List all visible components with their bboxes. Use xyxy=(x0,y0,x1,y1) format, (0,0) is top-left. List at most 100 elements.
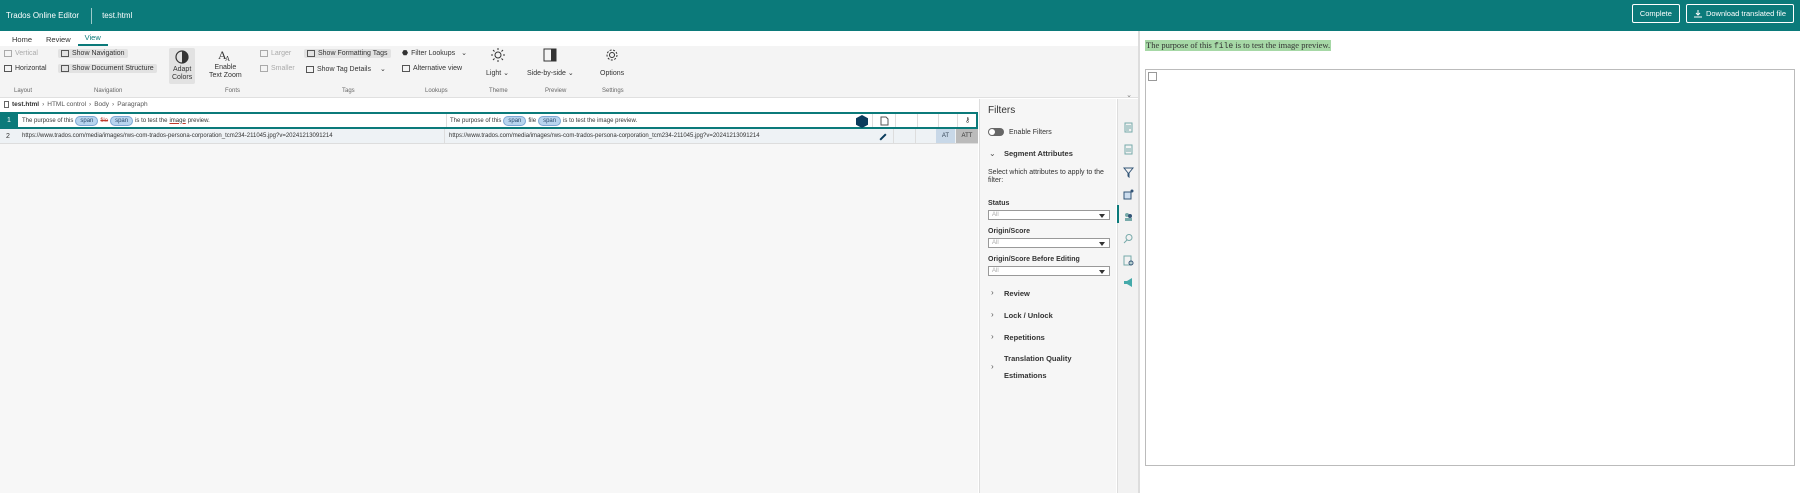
column-divider xyxy=(915,129,916,143)
show-navigation-toggle[interactable]: Show Navigation xyxy=(58,49,128,58)
adapt-label: Adapt xyxy=(172,66,192,73)
target-cell[interactable]: https://www.trados.com/media/images/rws-… xyxy=(449,129,839,143)
complete-label: Complete xyxy=(1639,9,1672,18)
tqe-section-line2[interactable]: Estimations xyxy=(1004,371,1047,380)
filters-description: Select which attributes to apply to the … xyxy=(988,169,1104,184)
megaphone-icon[interactable] xyxy=(1123,277,1134,288)
tab-home[interactable]: Home xyxy=(5,35,39,46)
column-divider xyxy=(895,114,896,127)
chevron-right-icon[interactable]: › xyxy=(991,332,994,341)
enable-text-zoom-button[interactable]: AA Enable Text Zoom xyxy=(209,48,242,80)
source-cell[interactable]: https://www.trados.com/media/images/rws-… xyxy=(22,129,442,143)
filter-lookups-icon: ⬣ xyxy=(402,50,409,57)
origin-before-select[interactable]: All xyxy=(988,266,1110,276)
tag-span-close[interactable]: span xyxy=(538,115,562,126)
origin-badge: ATT xyxy=(956,129,978,143)
chevron-right-icon[interactable]: › xyxy=(991,288,994,297)
tag-span-open[interactable]: span xyxy=(75,115,99,126)
light-label: Light xyxy=(486,70,502,77)
larger-label: Larger xyxy=(271,50,292,57)
adapt-colors-button[interactable]: Adapt Colors xyxy=(169,48,196,84)
caret-down-icon xyxy=(1099,242,1105,246)
enable-filters-label: Enable Filters xyxy=(1009,129,1052,136)
status-select[interactable]: All xyxy=(988,210,1110,220)
ribbon-group-layout: Layout xyxy=(14,88,33,94)
qa-checklist-icon[interactable] xyxy=(1123,255,1134,266)
download-translated-button[interactable]: Download translated file xyxy=(1685,4,1794,23)
side-by-side-dropdown[interactable]: Side-by-side ⌄ xyxy=(527,48,574,78)
show-formatting-tags-label: Show Formatting Tags xyxy=(318,50,388,57)
review-section[interactable]: Review xyxy=(1004,289,1030,298)
column-divider xyxy=(938,114,939,127)
options-button[interactable]: Options xyxy=(600,48,624,78)
chevron-down-icon[interactable]: ⌄ xyxy=(989,149,996,158)
termbase-icon[interactable] xyxy=(1123,189,1134,200)
chevron-right-icon[interactable]: › xyxy=(991,362,994,371)
breadcrumb-body[interactable]: Body xyxy=(94,101,109,108)
header-divider xyxy=(91,7,93,24)
show-navigation-label: Show Navigation xyxy=(72,50,125,57)
edit-icon[interactable] xyxy=(879,133,887,141)
breadcrumb-html-control[interactable]: HTML control xyxy=(47,101,86,108)
file-icon xyxy=(4,101,9,108)
tag-span-close[interactable]: span xyxy=(110,115,134,126)
horizontal-layout-icon xyxy=(4,65,12,72)
lock-unlock-section[interactable]: Lock / Unlock xyxy=(1004,311,1053,320)
column-divider xyxy=(444,129,445,143)
repetitions-section[interactable]: Repetitions xyxy=(1004,333,1045,342)
font-smaller-button[interactable]: Smaller xyxy=(260,65,295,72)
filter-lookups-dropdown[interactable]: ⬣ Filter Lookups ⌄ xyxy=(402,49,467,58)
alternative-view-button[interactable]: Alternative view xyxy=(402,65,462,72)
source-cell[interactable]: The purpose of this span file span is to… xyxy=(22,114,442,127)
chevron-right-icon[interactable]: › xyxy=(991,310,994,319)
segment-row-2[interactable]: 2 https://www.trados.com/media/images/rw… xyxy=(0,129,978,144)
ai-assistant-icon[interactable] xyxy=(856,115,868,128)
users-icon[interactable] xyxy=(1123,211,1134,222)
layout-horizontal-button[interactable]: Horizontal xyxy=(4,65,47,72)
tab-review[interactable]: Review xyxy=(39,35,78,46)
layout-vertical-button[interactable]: Vertical xyxy=(4,50,38,57)
search-icon[interactable] xyxy=(1123,233,1134,244)
lock-icon[interactable]: ⚷ xyxy=(965,116,970,124)
show-tag-details-dropdown[interactable]: Show Tag Details ⌄ xyxy=(306,65,386,73)
target-cell[interactable]: The purpose of this span file span is to… xyxy=(450,114,840,127)
document-icon[interactable] xyxy=(880,116,889,126)
breadcrumb: test.html › HTML control › Body › Paragraph xyxy=(4,101,148,108)
enable-filters-toggle[interactable] xyxy=(988,128,1004,136)
show-formatting-tags-toggle[interactable]: Show Formatting Tags xyxy=(304,49,391,58)
tqe-section-line1[interactable]: Translation Quality xyxy=(1004,354,1072,363)
collapse-ribbon-icon[interactable]: ⌄ xyxy=(1126,91,1132,99)
font-larger-button[interactable]: Larger xyxy=(260,50,291,57)
column-divider xyxy=(446,114,447,127)
segment-attributes-header[interactable]: Segment Attributes xyxy=(1004,149,1073,158)
tag-span-open[interactable]: span xyxy=(503,115,527,126)
breadcrumb-paragraph[interactable]: Paragraph xyxy=(117,101,147,108)
underlined-text: image xyxy=(169,117,186,124)
comments-icon[interactable] xyxy=(1123,144,1134,155)
segment-row-1[interactable]: 1 The purpose of this span file span is … xyxy=(0,112,978,129)
theme-light-dropdown[interactable]: Light ⌄ xyxy=(486,48,509,78)
origin-score-select[interactable]: All xyxy=(988,238,1110,248)
segment-number: 2 xyxy=(6,133,10,140)
show-document-structure-toggle[interactable]: Show Document Structure xyxy=(58,64,157,73)
document-info-icon[interactable] xyxy=(1123,122,1134,133)
ribbon-group-lookups: Lookups xyxy=(425,88,448,94)
breadcrumb-file[interactable]: test.html xyxy=(12,101,39,108)
app-header: Trados Online Editor test.html Complete … xyxy=(0,0,1800,31)
preview-text: is to test the image preview. xyxy=(1235,40,1331,50)
filter-icon[interactable] xyxy=(1123,167,1134,178)
segment-grid: 1 The purpose of this span file span is … xyxy=(0,112,978,493)
text-zoom-label: Text Zoom xyxy=(209,72,242,79)
filters-title: Filters xyxy=(988,105,1016,116)
chevron-down-icon: ⌄ xyxy=(503,70,510,77)
tab-view[interactable]: View xyxy=(77,33,108,46)
origin-before-value: All xyxy=(992,268,999,274)
filter-lookups-label: Filter Lookups xyxy=(411,49,456,57)
chevron-down-icon: ⌄ xyxy=(461,50,467,57)
show-document-structure-label: Show Document Structure xyxy=(72,65,154,72)
smaller-label: Smaller xyxy=(271,65,295,72)
side-by-side-label: Side-by-side xyxy=(527,70,566,77)
origin-score-value: All xyxy=(992,240,999,246)
editor-area: Home Review View Vertical Horizontal Lay… xyxy=(0,31,1138,493)
complete-button[interactable]: Complete xyxy=(1631,4,1680,23)
